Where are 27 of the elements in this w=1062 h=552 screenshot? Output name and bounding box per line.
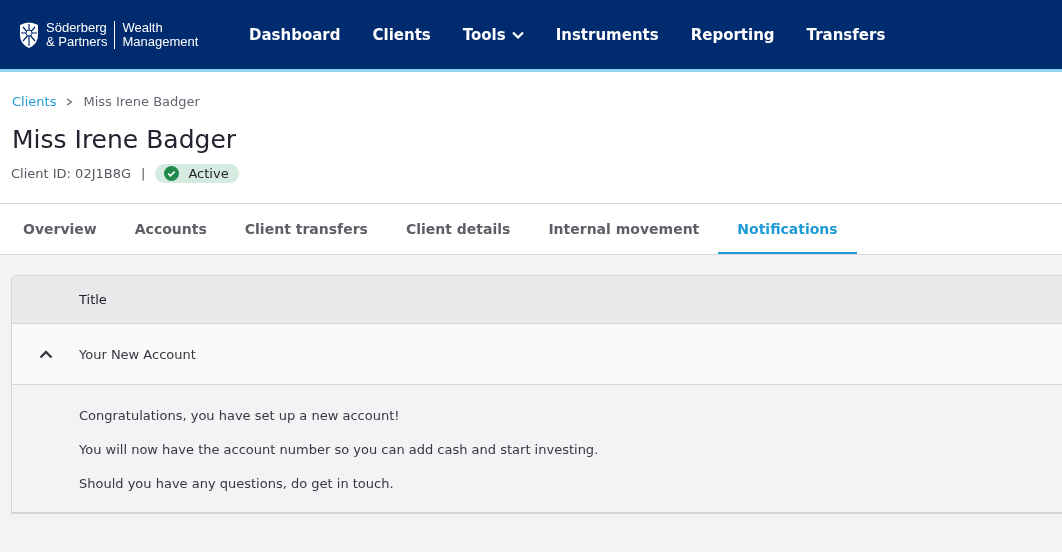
product-name: Wealth Management	[121, 20, 199, 49]
tab[interactable]: Accounts	[115, 204, 226, 254]
nav-link[interactable]: Clients	[356, 25, 447, 44]
nav-link[interactable]: Transfers	[790, 25, 902, 44]
nav-link[interactable]: Instruments	[539, 25, 675, 44]
separator: |	[141, 166, 146, 181]
client-name: Miss Irene Badger	[12, 125, 238, 154]
client-id: Client ID: 02J1B8G	[11, 166, 132, 181]
logo-icon	[18, 20, 40, 49]
status-text: Active	[188, 166, 229, 181]
tab[interactable]: Client details	[386, 204, 530, 254]
table-cell: Your New Account	[79, 346, 196, 362]
nav-link[interactable]: Dashboard	[233, 25, 357, 44]
message-paragraph: You will now have the account number so you can add cash and start investing.	[79, 441, 600, 458]
brand-name: Söderberg & Partners	[46, 20, 116, 49]
chevron-down-icon	[511, 30, 524, 39]
breadcrumb-separator-icon	[66, 97, 74, 106]
tab[interactable]: Client transfers	[225, 204, 387, 254]
message-paragraph: Congratulations, you have set up a new account!	[79, 407, 401, 424]
tab[interactable]: Internal movement	[529, 204, 719, 254]
column-header: Title	[78, 292, 107, 307]
check-circle-icon	[164, 166, 180, 181]
tab[interactable]: Overview	[4, 204, 116, 254]
nav-dropdown[interactable]: Tools	[446, 25, 540, 44]
breadcrumb-current: Miss Irene Badger	[83, 94, 200, 109]
nav-link[interactable]: Reporting	[674, 25, 791, 44]
message-paragraph: Should you have any questions, do get in touch.	[79, 475, 395, 492]
